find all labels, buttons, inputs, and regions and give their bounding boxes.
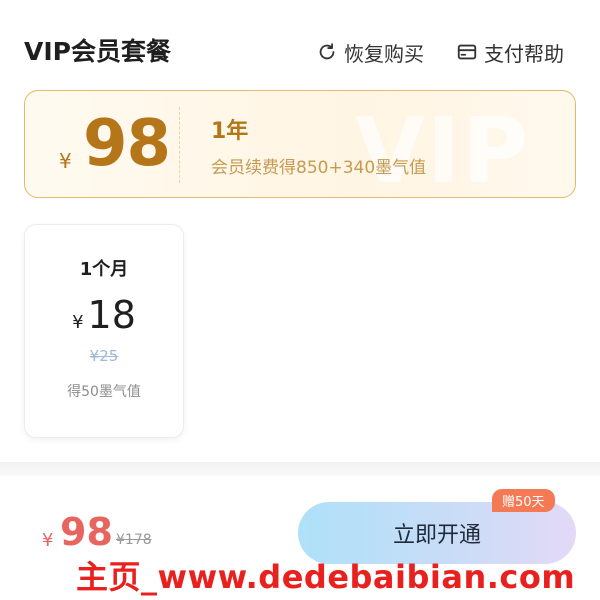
restore-purchase-label: 恢复购买 (344, 41, 424, 66)
plan-currency: ¥ (59, 149, 72, 173)
payment-help-label: 支付帮助 (484, 41, 564, 66)
plan-watermark: VIP (355, 99, 531, 198)
plan-name: 1年 (211, 119, 249, 144)
plan-divider (179, 107, 180, 183)
checkout-price: 98 (60, 510, 113, 554)
gift-days-badge: 赠50天 (492, 489, 555, 512)
refresh-icon (319, 43, 335, 60)
section-divider (0, 462, 600, 476)
plan-currency: ¥ (72, 312, 84, 333)
plan-price: 98 (83, 107, 171, 181)
vip-purchase-page: VIP会员套餐 恢复购买 支付帮助 VIP ¥ 98 1年 会员续费得850+3… (0, 0, 600, 600)
restore-purchase-button[interactable]: 恢复购买 (316, 32, 424, 72)
site-watermark: 主页_www.dedebaibian.com (76, 558, 576, 596)
header: VIP会员套餐 恢复购买 支付帮助 (24, 32, 576, 72)
page-title: VIP会员套餐 (24, 37, 171, 66)
plan-description: 得50墨气值 (67, 384, 141, 400)
plan-price-row: ¥ 18 (25, 293, 183, 337)
checkout-currency: ¥ (42, 530, 54, 551)
plan-name: 1个月 (79, 259, 129, 280)
plan-original-price: ¥25 (89, 347, 119, 365)
plan-card-monthly[interactable]: 1个月 ¥ 18 ¥25 得50墨气值 (24, 224, 184, 438)
plan-description: 会员续费得850+340墨气值 (211, 158, 427, 178)
checkout-original-price: ¥178 (116, 532, 152, 548)
card-icon (457, 44, 477, 60)
payment-help-button[interactable]: 支付帮助 (456, 32, 564, 72)
plan-card-yearly[interactable]: VIP ¥ 98 1年 会员续费得850+340墨气值 (24, 90, 576, 198)
plan-price: 18 (87, 293, 136, 337)
